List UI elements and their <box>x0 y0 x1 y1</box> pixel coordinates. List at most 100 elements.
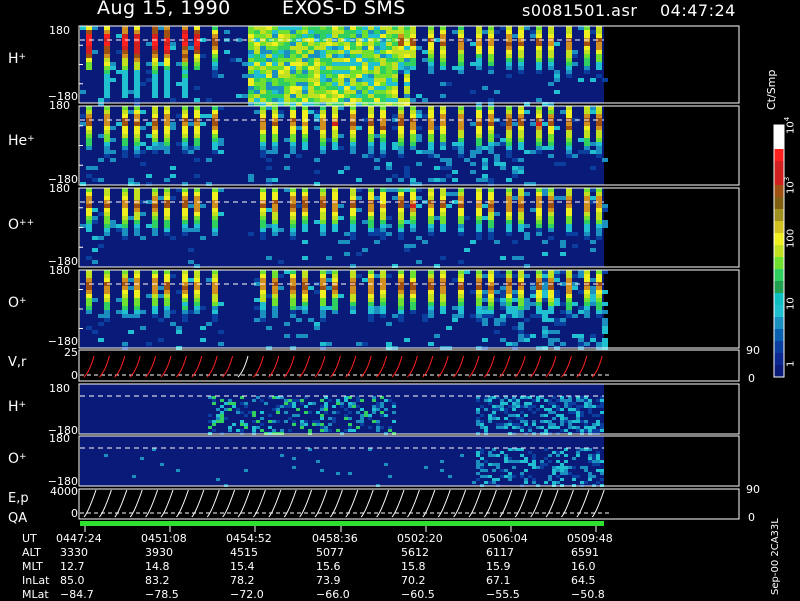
spectrogram-cell <box>540 426 544 429</box>
spectrogram-cell <box>152 232 158 236</box>
spectrogram-cell <box>122 154 128 158</box>
spectrogram-cell <box>524 402 528 405</box>
spectrogram-cell <box>482 314 488 318</box>
spectrogram-cell <box>352 429 356 432</box>
spectrogram-cell <box>164 270 170 274</box>
spectrogram-cell <box>404 70 410 74</box>
spectrogram-cell <box>332 278 338 282</box>
spectrogram-cell <box>560 196 566 200</box>
spectrogram-cell <box>296 399 300 402</box>
spectrogram-cell <box>290 196 296 200</box>
spectrogram-cell <box>392 114 398 118</box>
spectrogram-cell <box>368 212 374 216</box>
spectrogram-cell <box>584 34 590 38</box>
spectrogram-cell <box>392 82 398 86</box>
spectrogram-cell <box>284 42 290 46</box>
spectrogram-cell <box>440 66 446 70</box>
spectrogram-cell <box>512 475 516 478</box>
spectrogram-cell <box>348 472 352 475</box>
spectrogram-cell <box>290 294 296 298</box>
spectrogram-cell <box>552 472 556 475</box>
spectrogram-cell <box>592 414 596 417</box>
spectrogram-cell <box>302 278 308 282</box>
spectrogram-cell <box>284 54 290 58</box>
vr-curve <box>437 355 449 378</box>
spectrogram-cell <box>212 212 218 216</box>
spectrogram-cell <box>428 342 434 346</box>
spectrogram-cell <box>554 74 560 78</box>
spectrogram-cell <box>278 274 284 278</box>
spectrogram-cell <box>410 274 416 278</box>
spectrogram-cell <box>584 298 590 302</box>
spectrogram-cell <box>536 286 542 290</box>
spectrogram-cell <box>338 98 344 102</box>
spectrogram-cell <box>104 220 110 224</box>
spectrogram-cell <box>600 460 604 463</box>
spectrogram-cell <box>422 318 428 322</box>
spectrogram-cell <box>104 50 110 54</box>
spectrogram-cell <box>356 98 362 102</box>
spectrogram-cell <box>440 58 446 62</box>
spectrogram-cell <box>266 106 272 110</box>
spectrogram-cell <box>194 42 200 46</box>
spectrogram-cell <box>320 414 324 417</box>
spectrogram-cell <box>476 58 482 62</box>
spectrogram-cell <box>182 86 188 90</box>
spectrogram-cell <box>158 146 164 150</box>
spectrogram-cell <box>380 134 386 138</box>
spectrogram-cell <box>314 50 320 54</box>
spectrogram-cell <box>212 278 218 282</box>
spectrogram-cell <box>332 78 338 82</box>
spectrogram-cell <box>548 30 554 34</box>
spectrogram-cell <box>302 290 308 294</box>
spectrogram-cell <box>482 162 488 166</box>
spectrogram-cell <box>164 302 170 306</box>
spectrogram-cell <box>488 212 494 216</box>
spectrogram-cell <box>374 82 380 86</box>
spectrogram-cell <box>440 46 446 50</box>
spectrogram-cell <box>500 322 506 326</box>
spectrogram-cell <box>488 463 492 466</box>
colorbar-swatch <box>774 341 784 354</box>
spectrogram-cell <box>428 154 434 158</box>
qa-bar <box>80 521 604 526</box>
spectrogram-cell <box>116 228 122 232</box>
spectrogram-cell <box>404 58 410 62</box>
spectrogram-cell <box>326 50 332 54</box>
spectrogram-cell <box>308 82 314 86</box>
spectrogram-cell <box>104 224 110 228</box>
spectrogram-cell <box>288 399 292 402</box>
spectrogram-cell <box>476 306 482 310</box>
spectrogram-cell <box>134 232 140 236</box>
spectrogram-cell <box>488 196 494 200</box>
spectrogram-cell <box>588 402 592 405</box>
spectrogram-cell <box>580 414 584 417</box>
spectrogram-cell <box>536 34 542 38</box>
spectrogram-cell <box>386 62 392 66</box>
spectrogram-cell <box>580 481 584 484</box>
spectrogram-cell <box>86 286 92 290</box>
spectrogram-cell <box>182 78 188 82</box>
spectrogram-cell <box>458 224 464 228</box>
spectrogram-cell <box>440 26 446 30</box>
spectrogram-cell <box>458 290 464 294</box>
vr-curve <box>484 355 495 378</box>
spectrogram-cell <box>134 274 140 278</box>
spectrogram-cell <box>548 34 554 38</box>
spectrogram-cell <box>410 110 416 114</box>
spectrogram-cell <box>386 82 392 86</box>
spectrogram-cell <box>518 302 524 306</box>
spectrogram-cell <box>440 469 444 472</box>
spectrogram-cell <box>380 204 386 208</box>
spectrogram-cell <box>368 126 374 130</box>
spectrogram-cell <box>584 208 590 212</box>
spectrogram-cell <box>122 54 128 58</box>
spectrogram-cell <box>380 270 386 274</box>
spectrogram-cell <box>254 90 260 94</box>
spectrogram-cell <box>290 74 296 78</box>
spectrogram-cell <box>488 481 492 484</box>
spectrogram-cell <box>338 26 344 30</box>
spectrogram-cell <box>508 414 512 417</box>
spectrogram-cell <box>194 208 200 212</box>
spectrogram-cell <box>260 130 266 134</box>
